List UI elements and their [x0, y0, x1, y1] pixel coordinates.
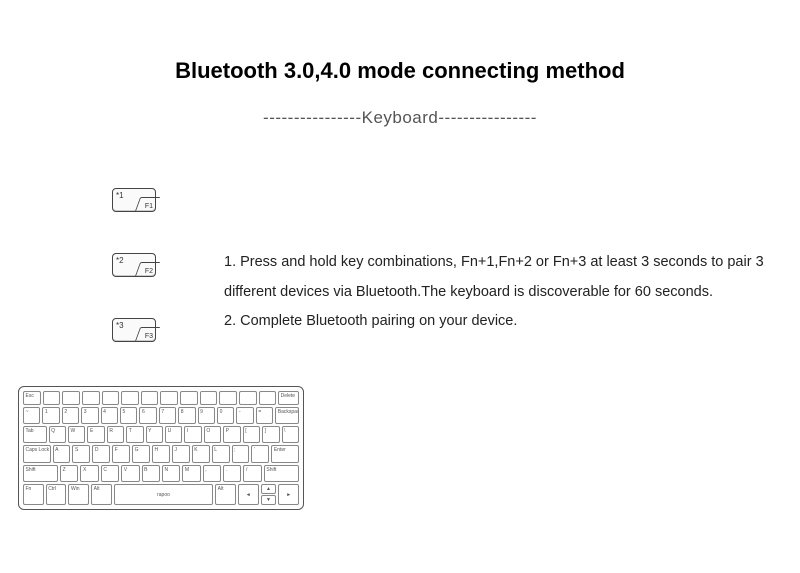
- key: [259, 391, 277, 405]
- key: .: [223, 465, 241, 482]
- kbd-row-4: Shift Z X C V B N M , . / Shift: [23, 465, 299, 482]
- key: 3: [81, 407, 98, 424]
- key-ctrl: Ctrl: [46, 484, 67, 505]
- kbd-row-1: ~ 1 2 3 4 5 6 7 8 9 0 - = Backspace: [23, 407, 299, 424]
- key: V: [121, 465, 139, 482]
- key-arrow-right: ►: [278, 484, 299, 505]
- key: [82, 391, 100, 405]
- key: U: [165, 426, 182, 443]
- key: ]: [262, 426, 279, 443]
- key: 0: [217, 407, 234, 424]
- key: 5: [120, 407, 137, 424]
- keyboard-illustration: Esc Delete ~ 1 2 3 4 5 6 7 8 9 0 - = Bac…: [18, 386, 304, 510]
- kbd-row-5: Fn Ctrl Win Alt rapoo Alt ◄ ▲ ▼ ►: [23, 484, 299, 505]
- key: Q: [49, 426, 66, 443]
- key: [141, 391, 159, 405]
- key: Z: [60, 465, 78, 482]
- keycap-3-fn: F3: [145, 333, 153, 340]
- key: I: [184, 426, 201, 443]
- key-shift-l: Shift: [23, 465, 58, 482]
- key-backspace: Backspace: [275, 407, 299, 424]
- key-space: rapoo: [114, 484, 213, 505]
- key: K: [192, 445, 210, 462]
- key-fn: Fn: [23, 484, 44, 505]
- key: E: [87, 426, 104, 443]
- instructions-block: 1. Press and hold key combinations, Fn+1…: [224, 248, 770, 337]
- key-arrow-left: ◄: [238, 484, 259, 505]
- key: H: [152, 445, 170, 462]
- keycap-2-num: *2: [116, 256, 124, 265]
- key: [180, 391, 198, 405]
- instruction-step-2: 2. Complete Bluetooth pairing on your de…: [224, 307, 770, 337]
- key: F: [112, 445, 130, 462]
- key: W: [68, 426, 85, 443]
- kbd-row-0: Esc Delete: [23, 391, 299, 405]
- key-alt-l: Alt: [91, 484, 112, 505]
- key: 4: [101, 407, 118, 424]
- key: [121, 391, 139, 405]
- key: [200, 391, 218, 405]
- key: 2: [62, 407, 79, 424]
- keycap-fn2: *2 F2: [112, 253, 156, 277]
- key-tab: Tab: [23, 426, 47, 443]
- key: 1: [42, 407, 59, 424]
- keycap-fn1: *1 F1: [112, 188, 156, 212]
- key: ;: [232, 445, 250, 462]
- key-capslock: Caps Lock: [23, 445, 51, 462]
- key: ,: [203, 465, 221, 482]
- key: [239, 391, 257, 405]
- key: S: [72, 445, 90, 462]
- key: T: [126, 426, 143, 443]
- keycap-2-fn: F2: [145, 268, 153, 275]
- key: =: [256, 407, 273, 424]
- keycap-1-fn: F1: [145, 203, 153, 210]
- key: D: [92, 445, 110, 462]
- key: ': [251, 445, 269, 462]
- key-arrow-up: ▲: [261, 484, 277, 494]
- key-arrow-updown: ▲ ▼: [261, 484, 277, 505]
- key: 9: [198, 407, 215, 424]
- key: Y: [146, 426, 163, 443]
- key-alt-r: Alt: [215, 484, 236, 505]
- kbd-row-3: Caps Lock A S D F G H J K L ; ' Enter: [23, 445, 299, 462]
- key-delete: Delete: [278, 391, 299, 405]
- key-shift-r: Shift: [264, 465, 299, 482]
- key: O: [204, 426, 221, 443]
- key: Esc: [23, 391, 41, 405]
- key: J: [172, 445, 190, 462]
- keycap-1-num: *1: [116, 191, 124, 200]
- key: [102, 391, 120, 405]
- key: 7: [159, 407, 176, 424]
- key: X: [80, 465, 98, 482]
- key: -: [236, 407, 253, 424]
- key: N: [162, 465, 180, 482]
- key: \: [282, 426, 299, 443]
- key: ~: [23, 407, 40, 424]
- key: [43, 391, 61, 405]
- key: B: [142, 465, 160, 482]
- key-arrow-down: ▼: [261, 495, 277, 505]
- page-title: Bluetooth 3.0,4.0 mode connecting method: [0, 58, 800, 84]
- keycap-3-num: *3: [116, 321, 124, 330]
- keycap-fn3: *3 F3: [112, 318, 156, 342]
- key: C: [101, 465, 119, 482]
- key: A: [53, 445, 71, 462]
- key: M: [182, 465, 200, 482]
- key: [62, 391, 80, 405]
- key-enter: Enter: [271, 445, 299, 462]
- key: R: [107, 426, 124, 443]
- key: G: [132, 445, 150, 462]
- instruction-step-1: 1. Press and hold key combinations, Fn+1…: [224, 248, 770, 307]
- key: P: [223, 426, 240, 443]
- key: [160, 391, 178, 405]
- key: 8: [178, 407, 195, 424]
- key: [: [243, 426, 260, 443]
- key: [219, 391, 237, 405]
- kbd-row-2: Tab Q W E R T Y U I O P [ ] \: [23, 426, 299, 443]
- key: 6: [139, 407, 156, 424]
- key-win: Win: [68, 484, 89, 505]
- section-subtitle: ----------------Keyboard----------------: [0, 108, 800, 128]
- key: /: [243, 465, 261, 482]
- key: L: [212, 445, 230, 462]
